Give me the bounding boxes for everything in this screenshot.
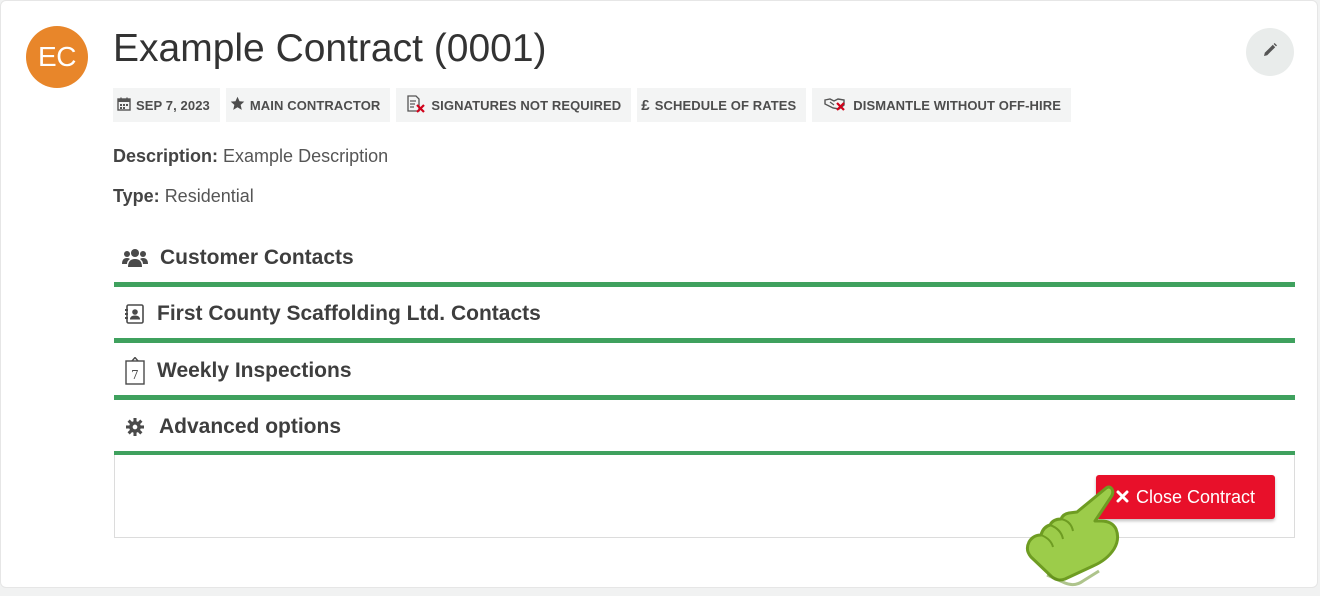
contract-card: EC Example Contract (0001) SEP 7, 2023 M… — [0, 0, 1318, 588]
edit-button[interactable] — [1246, 28, 1294, 76]
users-icon — [118, 248, 152, 268]
handshake-x-icon — [824, 96, 848, 115]
gear-icon — [118, 418, 152, 436]
section-label: Advanced options — [159, 415, 342, 438]
badge-signatures: SIGNATURES NOT REQUIRED — [396, 88, 632, 122]
type-label: Type: — [113, 186, 160, 206]
avatar: EC — [26, 26, 88, 88]
section-label: Customer Contacts — [160, 246, 354, 269]
type-value: Residential — [164, 186, 254, 206]
pencil-icon — [1262, 42, 1278, 63]
section-label: First County Scaffolding Ltd. Contacts — [157, 302, 541, 325]
description-value: Example Description — [223, 146, 389, 166]
badge-label: DISMANTLE WITHOUT OFF-HIRE — [853, 97, 1061, 113]
calendar-icon — [117, 97, 131, 114]
description-row: Description: Example Description — [113, 146, 388, 167]
badge-date: SEP 7, 2023 — [113, 88, 220, 122]
contract-badges: SEP 7, 2023 MAIN CONTRACTOR SIGNATURES N… — [113, 88, 1071, 122]
pound-icon: £ — [641, 96, 650, 114]
section-company-contacts[interactable]: First County Scaffolding Ltd. Contacts — [114, 290, 1295, 343]
svg-text:7: 7 — [131, 368, 139, 382]
badge-label: SIGNATURES NOT REQUIRED — [431, 97, 622, 113]
close-contract-label: Close Contract — [1135, 486, 1256, 507]
badge-rates: £ SCHEDULE OF RATES — [637, 88, 807, 122]
page-title: Example Contract (0001) — [113, 27, 547, 70]
pointing-hand-icon — [1011, 479, 1141, 591]
description-label: Description: — [113, 146, 219, 166]
section-advanced-options[interactable]: Advanced options — [114, 403, 1295, 456]
badge-label: MAIN CONTRACTOR — [249, 97, 381, 113]
badge-role: MAIN CONTRACTOR — [225, 88, 391, 122]
section-weekly-inspections[interactable]: 7 Weekly Inspections — [114, 347, 1295, 400]
badge-dismantle: DISMANTLE WITHOUT OFF-HIRE — [812, 88, 1071, 122]
contact-card-icon — [118, 304, 152, 324]
star-icon — [230, 96, 245, 114]
section-customer-contacts[interactable]: Customer Contacts — [114, 234, 1295, 287]
badge-label: SCHEDULE OF RATES — [654, 97, 797, 113]
section-label: Weekly Inspections — [157, 359, 352, 382]
badge-label: SEP 7, 2023 — [136, 97, 210, 113]
signature-not-required-icon — [406, 94, 426, 116]
type-row: Type: Residential — [113, 186, 254, 207]
calendar-7-icon: 7 — [118, 357, 152, 385]
